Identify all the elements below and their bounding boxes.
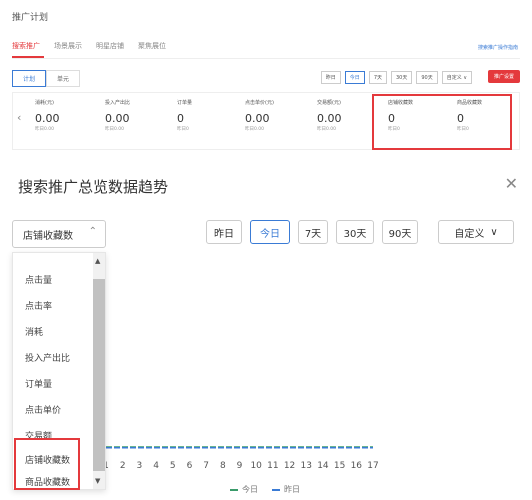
x-tick-label: 17 [367,461,378,471]
x-tick-label: 4 [153,461,159,471]
scroll-up-icon[interactable]: ▲ [95,257,100,265]
x-tick-label: 13 [301,461,312,471]
x-tick-label: 8 [220,461,226,471]
x-tick-label: 2 [120,461,126,471]
x-tick-label: 9 [237,461,243,471]
dropdown-highlight-box [14,438,80,490]
x-tick-label: 16 [351,461,363,471]
dropdown-item-orders[interactable]: 订单量 [25,377,52,390]
x-tick-label: 15 [334,461,345,471]
dropdown-item-ctr[interactable]: 点击率 [25,299,52,312]
x-tick-label: 14 [317,461,329,471]
dropdown-item-clicks[interactable]: 点击量 [25,273,52,286]
x-tick-label: 11 [267,461,278,471]
dropdown-scrollbar-thumb[interactable] [93,279,105,471]
x-tick-label: 6 [187,461,193,471]
x-tick-label: 7 [203,461,209,471]
x-tick-label: 3 [137,461,143,471]
x-tick-label: 10 [250,461,262,471]
dropdown-item-cost[interactable]: 消耗 [25,325,43,338]
scroll-down-icon[interactable]: ▼ [95,477,100,485]
dropdown-item-roi[interactable]: 投入产出比 [25,351,70,364]
dropdown-item-cpc[interactable]: 点击单价 [25,403,61,416]
x-tick-label: 5 [170,461,176,471]
x-tick-label: 12 [284,461,295,471]
